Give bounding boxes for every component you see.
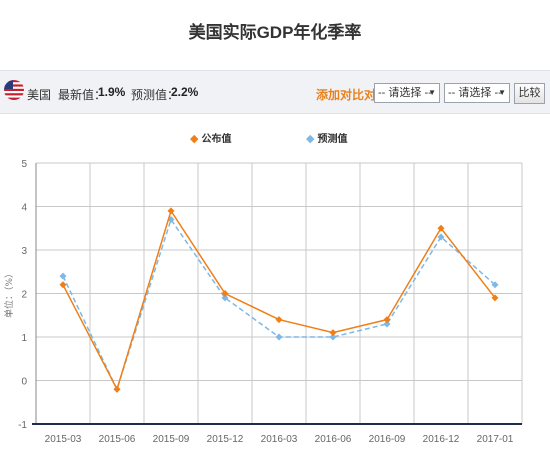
data-point-forecast (59, 272, 67, 280)
x-tick-label: 2015-06 (99, 434, 136, 445)
x-tick-label: 2016-03 (261, 434, 298, 445)
y-tick-label: -1 (18, 420, 27, 431)
chart-title: 美国实际GDP年化季率 (188, 23, 362, 42)
y-tick-label: 3 (21, 246, 27, 257)
footer-strip (150, 461, 450, 467)
compare-select-2-value: -- 请选择 -- (448, 87, 502, 99)
country-name: 美国 (27, 88, 52, 102)
legend-forecast-marker-icon: ◆ (306, 133, 315, 145)
legend-forecast-label: 预测值 (317, 134, 348, 145)
x-tick-label: 2016-09 (369, 434, 406, 445)
us-flag-icon (4, 80, 24, 100)
x-tick-label: 2016-12 (423, 434, 460, 445)
data-point-actual (383, 316, 391, 324)
x-tick-label: 2015-03 (45, 434, 82, 445)
compare-select-2[interactable]: -- 请选择 -- ▼ (444, 83, 510, 103)
chevron-down-icon: ▼ (428, 88, 436, 97)
series-line-forecast (62, 217, 496, 392)
x-tick-label: 2015-12 (207, 434, 244, 445)
series-line-actual (62, 209, 496, 392)
gdp-line-chart: -1 0 1 2 3 4 5 2015-03 2015-06 2015-09 2015-12 2016… (3, 159, 523, 445)
data-point-actual (275, 316, 283, 324)
x-tick-label: 2015-09 (153, 434, 190, 445)
y-tick-label: 5 (21, 159, 27, 170)
data-point-actual (59, 281, 67, 289)
x-tick-label: 2017-01 (477, 434, 514, 445)
latest-value: 1.9% (98, 85, 126, 99)
chevron-down-icon: ▼ (498, 88, 506, 97)
y-tick-label: 4 (21, 203, 27, 214)
x-tick-label: 2016-06 (315, 434, 352, 445)
y-tick-label: 2 (21, 290, 27, 301)
info-bar: 美国 最新值： 1.9% 预测值： 2.2% 添加对比对象： -- 请选择 --… (0, 70, 550, 114)
legend-item-forecast[interactable]: ◆ 预测值 (306, 130, 347, 145)
legend-item-actual[interactable]: ◆ 公布值 (190, 130, 231, 145)
data-point-actual (329, 329, 337, 337)
legend-actual-label: 公布值 (201, 134, 232, 145)
legend-actual-marker-icon: ◆ (190, 133, 199, 145)
data-point-forecast (275, 333, 283, 341)
y-axis-title: 单位：（%） (3, 269, 15, 318)
data-point-actual (113, 385, 121, 393)
y-tick-label: 1 (21, 333, 27, 344)
y-tick-label: 0 (21, 377, 27, 388)
compare-button[interactable]: 比较 (514, 83, 545, 104)
compare-select-1-value: -- 请选择 -- (378, 87, 432, 99)
forecast-value: 2.2% (171, 85, 199, 99)
compare-select-1[interactable]: -- 请选择 -- ▼ (374, 83, 440, 103)
